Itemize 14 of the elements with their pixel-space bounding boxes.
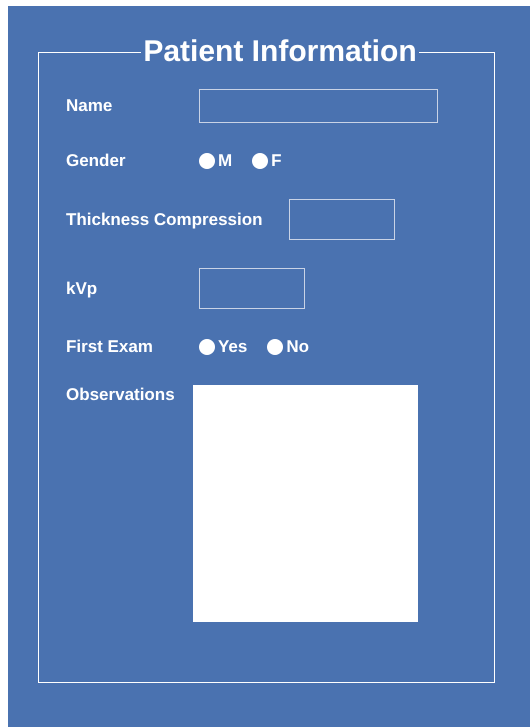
field-label: Name bbox=[66, 96, 114, 116]
radio-option[interactable]: M bbox=[199, 151, 232, 171]
text-field[interactable] bbox=[199, 89, 438, 123]
field-label: Thickness Compression bbox=[66, 210, 263, 230]
field-label: First Exam bbox=[66, 337, 154, 357]
input-field[interactable] bbox=[288, 199, 395, 240]
field-label: Gender bbox=[66, 151, 127, 171]
field-label: Observations bbox=[66, 385, 175, 405]
radio-option[interactable]: F bbox=[252, 151, 282, 171]
radio-option[interactable]: Yes bbox=[199, 337, 248, 357]
input-field[interactable] bbox=[199, 268, 305, 309]
field-label: kVp bbox=[66, 278, 98, 298]
form-title: Patient Information bbox=[142, 35, 418, 69]
radio-option[interactable]: No bbox=[267, 337, 309, 357]
